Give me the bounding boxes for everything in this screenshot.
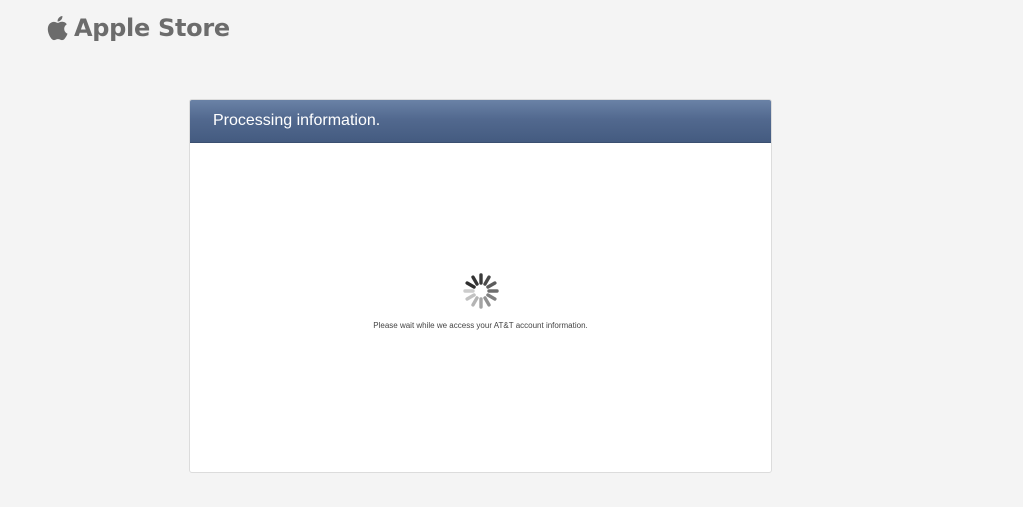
brand-name: Apple Store — [74, 14, 230, 42]
panel-title: Processing information. — [213, 112, 381, 129]
processing-panel: Processing information. Please wait whil… — [189, 99, 772, 473]
panel-body: Please wait while we access your AT&T ac… — [190, 143, 771, 472]
apple-store-logo[interactable]: Apple Store — [46, 14, 230, 42]
panel-header: Processing information. — [190, 100, 771, 143]
loading-spinner-icon — [463, 273, 499, 309]
apple-logo-icon — [47, 16, 68, 41]
status-message: Please wait while we access your AT&T ac… — [373, 321, 588, 330]
page: Apple Store Processing information. Plea… — [0, 0, 1023, 507]
